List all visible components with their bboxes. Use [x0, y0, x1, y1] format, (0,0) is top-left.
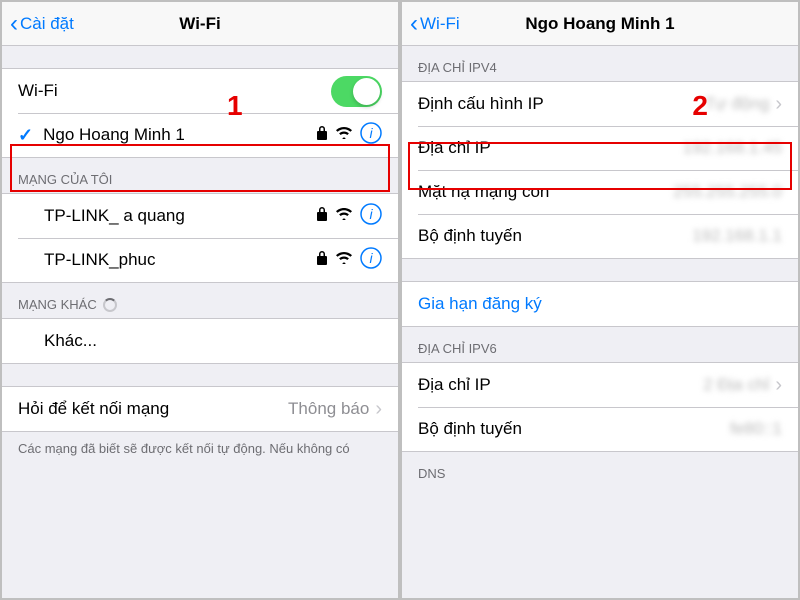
info-icon[interactable]: i	[360, 203, 382, 230]
wifi-icon	[336, 207, 352, 225]
wifi-icon	[336, 126, 352, 144]
section-other-networks: MẠNG KHÁC	[2, 283, 398, 318]
ipv6-router-value: fe80::1	[730, 419, 782, 439]
subnet-value: 255.255.255.0	[673, 182, 782, 202]
connected-network-row[interactable]: ✓ Ngo Hoang Minh 1 i	[2, 113, 398, 157]
ipv6-router-label: Bộ định tuyến	[418, 419, 730, 439]
configure-ip-label: Định cấu hình IP	[418, 94, 705, 114]
annotation-2: 2	[692, 90, 708, 122]
info-icon[interactable]: i	[360, 122, 382, 149]
configure-ip-row[interactable]: Định cấu hình IP Tự động ›	[402, 82, 798, 126]
other-network-label: Khác...	[18, 331, 382, 351]
back-label: Cài đặt	[20, 14, 74, 34]
chevron-right-icon: ›	[775, 374, 782, 397]
lock-icon	[316, 126, 328, 145]
chevron-left-icon: ‹	[410, 12, 418, 36]
network-name: TP-LINK_phuc	[18, 250, 316, 270]
info-icon[interactable]: i	[360, 247, 382, 274]
ipv6-router-row: Bộ định tuyến fe80::1	[402, 407, 798, 451]
network-row[interactable]: TP-LINK_ a quang i	[2, 194, 398, 238]
header-bar: ‹ Wi-Fi Ngo Hoang Minh 1	[402, 2, 798, 46]
section-my-networks: MẠNG CỦA TÔI	[2, 158, 398, 193]
footer-text: Các mạng đã biết sẽ được kết nối tự động…	[2, 432, 398, 466]
router-value: 192.168.1.1	[692, 226, 782, 246]
back-button[interactable]: ‹ Wi-Fi	[402, 12, 460, 36]
network-icons: i	[316, 247, 382, 274]
spinner-icon	[103, 298, 117, 312]
ip-address-value: 192.168.1.45	[683, 138, 782, 158]
connected-network-name: Ngo Hoang Minh 1	[43, 125, 316, 145]
network-name: TP-LINK_ a quang	[18, 206, 316, 226]
annotation-1: 1	[227, 90, 243, 122]
back-label: Wi-Fi	[420, 14, 460, 34]
header-bar: ‹ Cài đặt Wi-Fi	[2, 2, 398, 46]
svg-text:i: i	[369, 125, 373, 141]
ask-join-label: Hỏi để kết nối mạng	[18, 399, 288, 419]
subnet-label: Mặt nạ mạng con	[418, 182, 673, 202]
ipv6-group: Địa chỉ IP 2 Địa chỉ › Bộ định tuyến fe8…	[402, 362, 798, 452]
chevron-right-icon: ›	[375, 398, 382, 421]
network-icons: i	[316, 203, 382, 230]
wifi-icon	[336, 251, 352, 269]
network-icons: i	[316, 122, 382, 149]
network-details-pane: ‹ Wi-Fi Ngo Hoang Minh 1 2 ĐỊA CHỈ IPV4 …	[400, 0, 800, 600]
other-network-row[interactable]: Khác...	[2, 319, 398, 363]
my-networks-group: TP-LINK_ a quang i TP-LINK_phuc i	[2, 193, 398, 283]
renew-lease-link: Gia hạn đăng ký	[418, 294, 542, 314]
ipv4-group: Định cấu hình IP Tự động › Địa chỉ IP 19…	[402, 81, 798, 259]
chevron-left-icon: ‹	[10, 12, 18, 36]
ask-join-group: Hỏi để kết nối mạng Thông báo ›	[2, 386, 398, 432]
back-button[interactable]: ‹ Cài đặt	[2, 12, 74, 36]
lock-icon	[316, 207, 328, 226]
router-row: Bộ định tuyến 192.168.1.1	[402, 214, 798, 258]
ipv6-address-label: Địa chỉ IP	[418, 375, 703, 395]
wifi-toggle-row[interactable]: Wi-Fi	[2, 69, 398, 113]
network-row[interactable]: TP-LINK_phuc i	[2, 238, 398, 282]
wifi-settings-pane: ‹ Cài đặt Wi-Fi Wi-Fi ✓ Ngo Hoang Minh 1…	[0, 0, 400, 600]
page-title: Ngo Hoang Minh 1	[402, 14, 798, 34]
ask-join-value: Thông báo	[288, 399, 369, 419]
other-networks-group: Khác...	[2, 318, 398, 364]
subnet-row: Mặt nạ mạng con 255.255.255.0	[402, 170, 798, 214]
checkmark-icon: ✓	[18, 125, 33, 146]
section-ipv6: ĐỊA CHỈ IPV6	[402, 327, 798, 362]
configure-ip-value: Tự động	[705, 94, 769, 114]
wifi-toggle-switch[interactable]	[331, 76, 382, 107]
router-label: Bộ định tuyến	[418, 226, 692, 246]
ip-address-row: Địa chỉ IP 192.168.1.45	[402, 126, 798, 170]
section-ipv4: ĐỊA CHỈ IPV4	[402, 46, 798, 81]
renew-lease-row[interactable]: Gia hạn đăng ký	[402, 282, 798, 326]
svg-text:i: i	[369, 250, 373, 266]
lock-icon	[316, 251, 328, 270]
renew-lease-group: Gia hạn đăng ký	[402, 281, 798, 327]
section-dns: DNS	[402, 452, 798, 487]
wifi-toggle-group: Wi-Fi ✓ Ngo Hoang Minh 1 i	[2, 68, 398, 158]
ask-join-row[interactable]: Hỏi để kết nối mạng Thông báo ›	[2, 387, 398, 431]
svg-text:i: i	[369, 206, 373, 222]
ipv6-address-value: 2 Địa chỉ	[703, 375, 769, 395]
chevron-right-icon: ›	[775, 93, 782, 116]
wifi-toggle-label: Wi-Fi	[18, 81, 331, 101]
ipv6-address-row[interactable]: Địa chỉ IP 2 Địa chỉ ›	[402, 363, 798, 407]
section-other-label: MẠNG KHÁC	[18, 297, 97, 312]
ip-address-label: Địa chỉ IP	[418, 138, 683, 158]
